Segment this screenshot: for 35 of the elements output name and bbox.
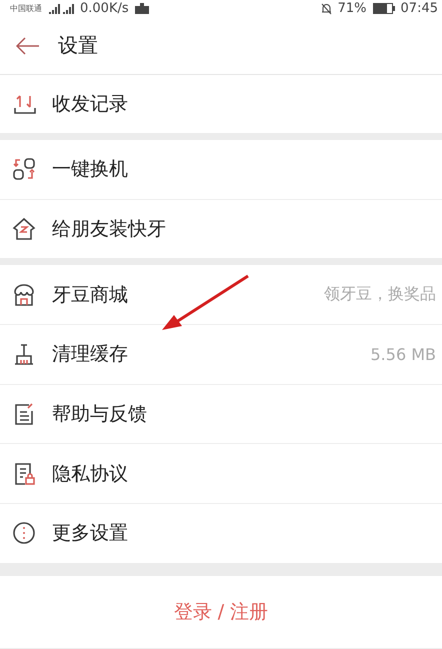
broom-icon: [12, 342, 36, 366]
battery-icon: [372, 3, 395, 14]
settings-row[interactable]: 收发记录: [0, 74, 442, 134]
settings-row[interactable]: 一键换机: [0, 140, 442, 200]
house-icon: [12, 217, 36, 242]
row-label: 收发记录: [52, 92, 129, 117]
settings-row[interactable]: 给朋友装快牙: [0, 200, 442, 258]
settings-row[interactable]: 清理缓存 5.56 MB: [0, 325, 442, 385]
row-label: 更多设置: [52, 521, 129, 546]
clock-time: 07:45: [400, 1, 438, 16]
back-arrow-icon[interactable]: [16, 36, 40, 55]
row-label: 给朋友装快牙: [52, 217, 167, 242]
settings-row[interactable]: 隐私协议: [0, 444, 442, 504]
row-label: 一键换机: [52, 157, 129, 182]
document-icon: [12, 402, 36, 426]
row-hint: 5.56 MB: [370, 344, 436, 364]
row-label: 牙豆商城: [52, 282, 129, 308]
row-label: 帮助与反馈: [52, 402, 148, 427]
shop-icon: [12, 282, 36, 307]
carrier-label: 中国联通: [10, 3, 42, 14]
more-circle-icon: [12, 521, 36, 546]
network-speed: 0.00K/s: [80, 1, 129, 16]
row-hint: 领牙豆，换奖品: [324, 284, 436, 306]
swap-icon: [12, 157, 36, 182]
battery-percent: 71%: [338, 1, 367, 16]
bell-off-icon: [320, 2, 332, 15]
row-label: 清理缓存: [52, 342, 129, 368]
login-register-button[interactable]: 登录 / 注册: [164, 593, 278, 632]
briefcase-icon: [134, 3, 149, 14]
settings-row[interactable]: 更多设置: [0, 504, 442, 563]
page-title: 设置: [58, 32, 98, 60]
signal-icon: [48, 4, 74, 14]
settings-row[interactable]: 帮助与反馈: [0, 384, 442, 444]
document-lock-icon: [12, 462, 36, 486]
row-label: 隐私协议: [52, 462, 129, 487]
